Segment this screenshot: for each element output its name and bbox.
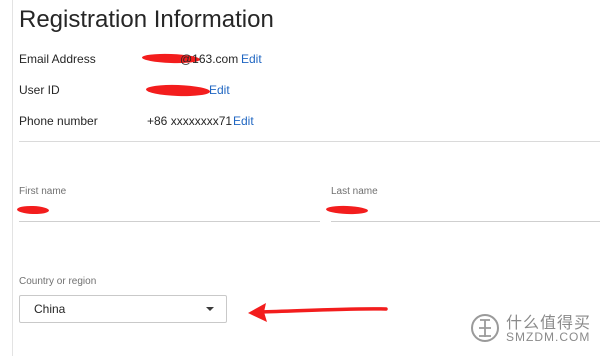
first-name-redaction (16, 205, 50, 215)
user-id-redaction (145, 83, 211, 98)
country-selected-value: China (34, 302, 66, 316)
watermark-text-en: SMZDM.COM (506, 330, 591, 344)
panel-border (12, 0, 13, 356)
chevron-down-icon (206, 307, 214, 311)
country-select[interactable]: China (19, 295, 227, 323)
country-label: Country or region (19, 276, 97, 287)
page-title: Registration Information (19, 6, 274, 33)
email-label: Email Address (19, 52, 96, 66)
last-name-redaction (325, 205, 369, 215)
last-name-label: Last name (331, 186, 378, 197)
registration-page: Registration Information Email Address @… (0, 0, 600, 356)
last-name-input[interactable] (331, 221, 600, 222)
phone-value: +86 xxxxxxxx71 (147, 114, 233, 128)
user-id-label: User ID (19, 83, 60, 97)
email-edit-link[interactable]: Edit (241, 52, 262, 66)
phone-edit-link[interactable]: Edit (233, 114, 254, 128)
phone-label: Phone number (19, 114, 98, 128)
smzdm-watermark: 什么值得买 SMZDM.COM (470, 306, 596, 350)
section-divider (19, 141, 600, 142)
annotation-arrow-icon (248, 303, 388, 322)
user-id-edit-link[interactable]: Edit (209, 83, 230, 97)
first-name-label: First name (19, 186, 67, 197)
smzdm-logo-icon (471, 314, 499, 342)
email-value: @163.com (180, 52, 239, 66)
first-name-input[interactable] (19, 221, 320, 222)
